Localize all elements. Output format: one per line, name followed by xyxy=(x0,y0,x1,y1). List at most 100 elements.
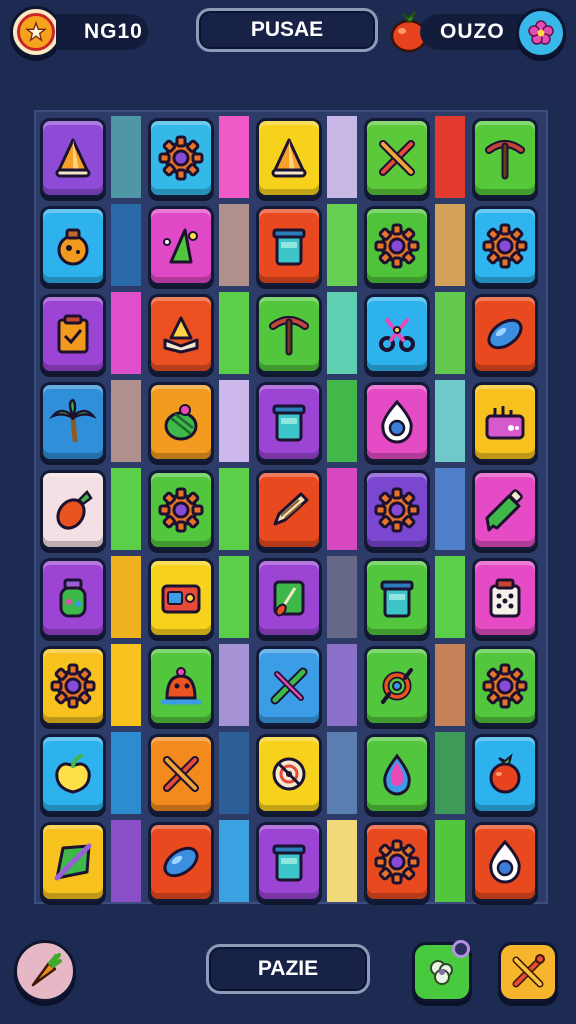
board-tile[interactable] xyxy=(472,646,538,726)
column-divider-strip xyxy=(111,292,141,374)
jar-icon xyxy=(59,578,87,618)
board-tile[interactable] xyxy=(148,118,214,198)
trash-bin-icon xyxy=(272,404,306,442)
gear-icon xyxy=(482,663,528,709)
board-tile[interactable] xyxy=(256,382,322,462)
board-tile[interactable] xyxy=(256,822,322,902)
board-tile[interactable] xyxy=(256,646,322,726)
cone-icon xyxy=(271,138,307,178)
board-tile[interactable] xyxy=(40,382,106,462)
board-tile[interactable] xyxy=(40,646,106,726)
board-tile[interactable] xyxy=(148,646,214,726)
column-divider-strip xyxy=(219,204,249,286)
board-tile[interactable] xyxy=(40,294,106,374)
board-tile[interactable] xyxy=(472,470,538,550)
notification-dot xyxy=(452,940,470,958)
column-divider-strip xyxy=(111,204,141,286)
star-icon xyxy=(17,13,55,51)
column-divider-strip xyxy=(327,468,357,550)
board-tile[interactable] xyxy=(364,382,430,462)
board-tile[interactable] xyxy=(364,470,430,550)
crossed-candy-icon xyxy=(270,667,308,705)
board-tile[interactable] xyxy=(364,294,430,374)
carrot-icon xyxy=(31,953,62,987)
flower-menu-button[interactable] xyxy=(516,8,566,58)
board-tile[interactable] xyxy=(40,470,106,550)
board-tile[interactable] xyxy=(256,206,322,286)
clipboard-icon xyxy=(57,314,89,354)
board-tile[interactable] xyxy=(148,294,214,374)
gear-icon xyxy=(374,487,420,533)
star-badge-button[interactable] xyxy=(10,6,62,58)
carrot-icon xyxy=(56,490,93,530)
board-tile[interactable] xyxy=(148,470,214,550)
board-tile[interactable] xyxy=(40,558,106,638)
pickaxe-icon xyxy=(269,316,309,356)
column-divider-strip xyxy=(435,820,465,902)
board-tile[interactable] xyxy=(256,118,322,198)
scissors-knot-icon xyxy=(379,318,415,352)
column-divider-strip xyxy=(111,116,141,198)
board-tile[interactable] xyxy=(148,734,214,814)
board-tile[interactable] xyxy=(472,206,538,286)
board-tile[interactable] xyxy=(256,294,322,374)
column-divider-strip xyxy=(111,380,141,462)
leaf-cluster-icon xyxy=(430,960,453,985)
board-tile[interactable] xyxy=(148,822,214,902)
column-divider-strip xyxy=(219,116,249,198)
fruit-counter: OUZO xyxy=(420,14,530,50)
board-tile[interactable] xyxy=(40,734,106,814)
potion-jar-icon xyxy=(57,228,89,266)
carrot-booster-button[interactable] xyxy=(14,940,76,1002)
magic-sparkle-icon xyxy=(163,228,198,264)
column-divider-strip xyxy=(219,644,249,726)
board-tile[interactable] xyxy=(148,382,214,462)
target-icon xyxy=(272,757,306,791)
board-tile[interactable] xyxy=(472,822,538,902)
column-divider-strip xyxy=(219,732,249,814)
board-tile[interactable] xyxy=(256,734,322,814)
board-tile[interactable] xyxy=(472,382,538,462)
column-divider-strip xyxy=(219,820,249,902)
board-tile[interactable] xyxy=(364,118,430,198)
board-tile[interactable] xyxy=(364,734,430,814)
gear-icon xyxy=(374,839,420,885)
column-divider-strip xyxy=(327,380,357,462)
board-tile[interactable] xyxy=(256,470,322,550)
cone-icon xyxy=(55,138,91,178)
board-tile[interactable] xyxy=(364,206,430,286)
radio-icon xyxy=(161,584,201,614)
column-divider-strip xyxy=(327,116,357,198)
board-tile[interactable] xyxy=(40,206,106,286)
board-tile[interactable] xyxy=(364,558,430,638)
board-tile[interactable] xyxy=(472,294,538,374)
toolbox-icon xyxy=(485,406,525,440)
ring-drop-icon xyxy=(381,399,413,444)
gear-icon xyxy=(158,487,204,533)
column-divider-strip xyxy=(435,732,465,814)
gear-icon xyxy=(482,223,528,269)
melon-icon xyxy=(164,404,198,441)
gear-icon xyxy=(158,135,204,181)
board-tile[interactable] xyxy=(364,646,430,726)
board-tile[interactable] xyxy=(256,558,322,638)
board-tile[interactable] xyxy=(472,734,538,814)
board-tile[interactable] xyxy=(364,822,430,902)
tools-booster-button[interactable] xyxy=(498,942,558,1002)
trash-bin-icon xyxy=(272,228,306,266)
game-board xyxy=(34,110,548,904)
column-divider-strip xyxy=(327,732,357,814)
column-divider-strip xyxy=(111,556,141,638)
board-tile[interactable] xyxy=(472,558,538,638)
column-divider-strip xyxy=(327,556,357,638)
board-tile[interactable] xyxy=(40,118,106,198)
board-tile[interactable] xyxy=(472,118,538,198)
pause-button[interactable]: PAZIE xyxy=(206,944,370,994)
knot-icon xyxy=(381,668,413,704)
board-tile[interactable] xyxy=(40,822,106,902)
board-tile[interactable] xyxy=(148,206,214,286)
board-tile[interactable] xyxy=(148,558,214,638)
column-divider-strip xyxy=(435,292,465,374)
ring-drop-icon xyxy=(489,839,521,884)
column-divider-strip xyxy=(111,820,141,902)
